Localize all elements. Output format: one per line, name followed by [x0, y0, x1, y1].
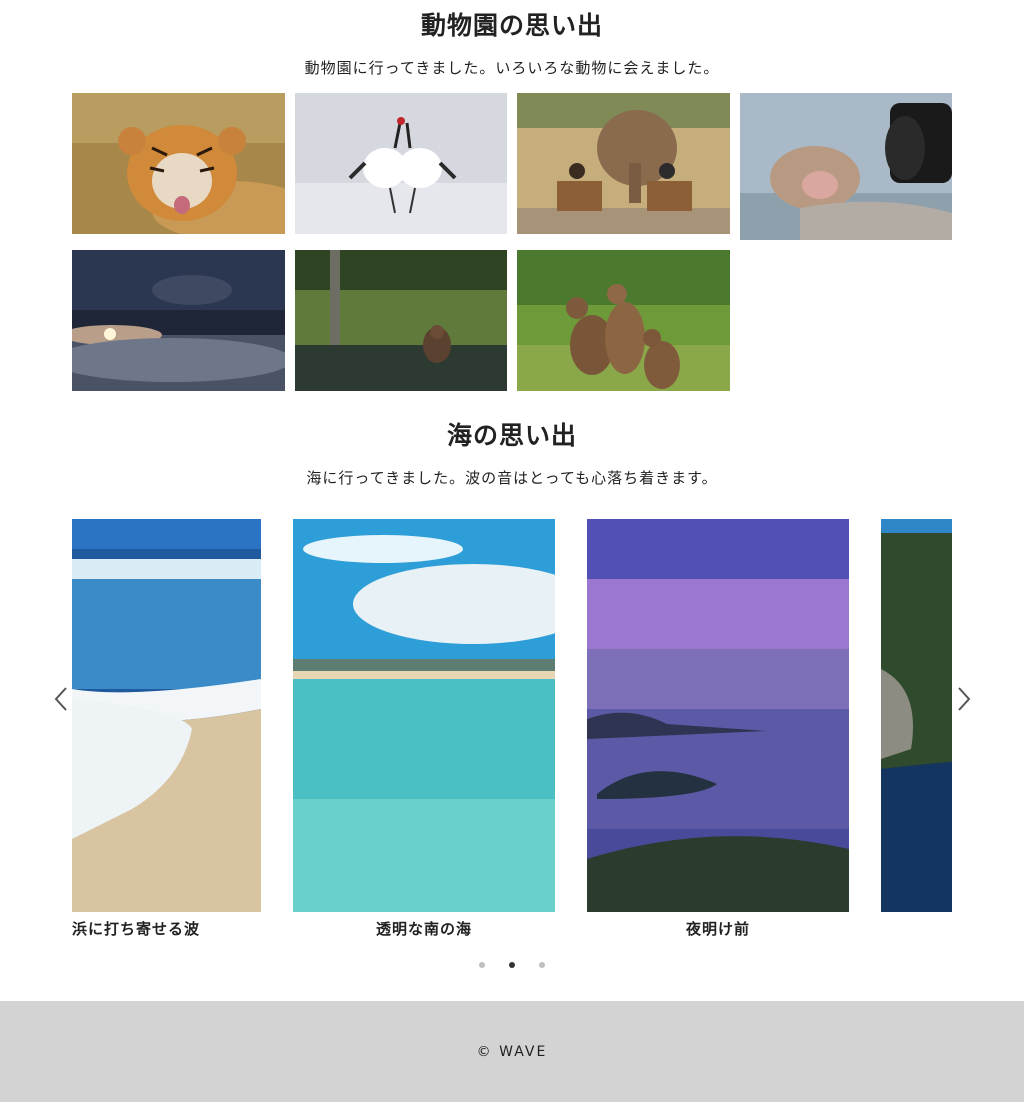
clear-southern-sea-image — [293, 519, 555, 912]
slide-caption: 浜に打ち寄せる波 — [72, 920, 201, 938]
sea-carousel[interactable]: 浜に打ち寄せる波 透明な南の海 夜明け前 — [72, 519, 952, 939]
sea-section-description: 海に行ってきました。波の音はとっても心落ち着きます。 — [306, 469, 718, 487]
carousel-dot-active[interactable] — [509, 962, 515, 968]
carousel-slide[interactable] — [881, 519, 952, 918]
coastal-cliffs-image — [881, 519, 952, 912]
carousel-slide[interactable]: 浜に打ち寄せる波 — [72, 519, 261, 939]
footer-copyright: © WAVE — [476, 1044, 548, 1060]
slide-caption: 透明な南の海 — [375, 920, 472, 938]
slide-caption: 夜明け前 — [685, 920, 750, 938]
carousel-slide[interactable]: 透明な南の海 — [293, 519, 555, 939]
cranes-photo[interactable] — [295, 93, 507, 234]
carousel-slide[interactable]: 夜明け前 — [587, 519, 849, 939]
waves-on-beach-image — [72, 519, 261, 912]
swans-sunrise-photo[interactable] — [72, 250, 285, 391]
tiger-photo[interactable] — [72, 93, 285, 234]
carousel-dot[interactable] — [539, 962, 545, 968]
carousel-dot[interactable] — [479, 962, 485, 968]
footer: © WAVE — [0, 1001, 1024, 1102]
carousel-next-arrow[interactable] — [953, 686, 973, 712]
bear-cubs-photo[interactable] — [517, 250, 730, 391]
carousel-pagination — [0, 962, 1024, 970]
elephant-photo[interactable] — [517, 93, 730, 234]
carousel-prev-arrow[interactable] — [52, 686, 72, 712]
zoo-section-title: 動物園の思い出 — [420, 11, 603, 40]
zoo-section-description: 動物園に行ってきました。いろいろな動物に会えました。 — [304, 59, 720, 77]
bear-in-water-photo[interactable] — [295, 250, 507, 391]
sea-section-title: 海の思い出 — [446, 421, 577, 450]
snow-monkey-photo[interactable] — [740, 93, 952, 240]
before-dawn-image — [587, 519, 849, 912]
